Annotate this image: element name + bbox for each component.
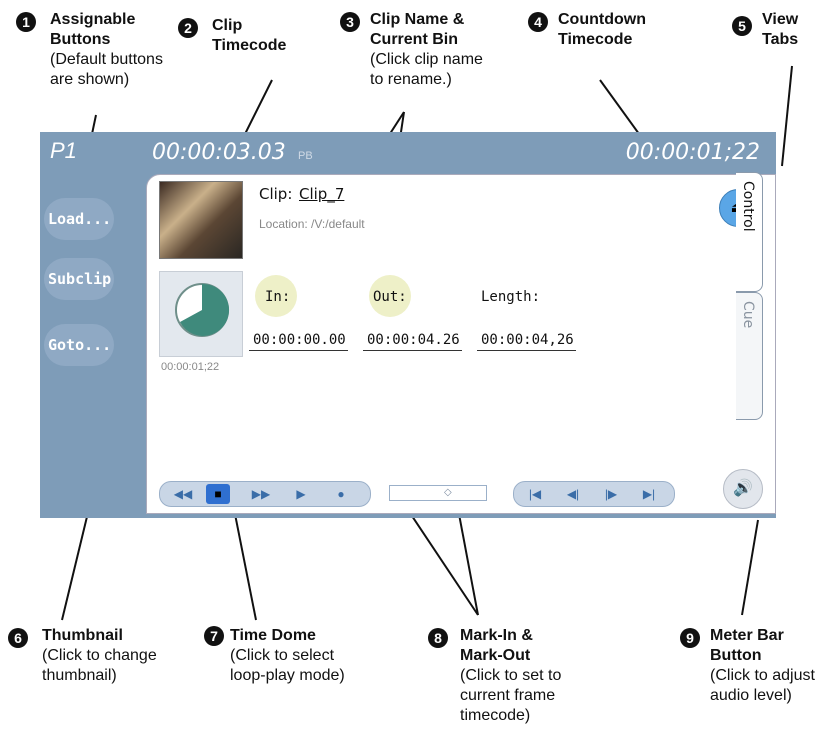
slider-knob[interactable]: ◇ bbox=[444, 487, 452, 498]
go-to-start-icon[interactable]: |◀ bbox=[518, 484, 552, 504]
fast-forward-icon[interactable]: ▶▶ bbox=[244, 484, 278, 504]
countdown-timecode: 00:00:01;22 bbox=[625, 140, 760, 165]
tab-control-label: Control bbox=[740, 181, 756, 232]
speaker-icon[interactable]: 🔊 bbox=[723, 469, 763, 509]
assign-button-subclip[interactable]: Subclip bbox=[44, 258, 114, 300]
transport-controls: ◀◀ ■ ▶▶ ▶ ● bbox=[159, 481, 371, 507]
callout-number: 5 bbox=[732, 16, 752, 36]
callout-title: Clip Name & Current Bin bbox=[370, 11, 465, 48]
callout-title: View Tabs bbox=[762, 11, 799, 48]
time-dome-icon bbox=[175, 283, 230, 337]
callout-meter-bar: 9 Meter Bar Button (Click to adjust audi… bbox=[680, 626, 815, 706]
thumbnail[interactable] bbox=[159, 181, 243, 259]
step-forward-icon[interactable]: |▶ bbox=[594, 484, 628, 504]
assign-button-goto[interactable]: Goto... bbox=[44, 324, 114, 366]
jog-controls: |◀ ◀| |▶ ▶| bbox=[513, 481, 675, 507]
tab-cue-label: Cue bbox=[740, 301, 756, 329]
rewind-icon[interactable]: ◀◀ bbox=[166, 484, 200, 504]
callout-desc: (Click to select loop-play mode) bbox=[230, 647, 345, 684]
play-icon[interactable]: ▶ bbox=[284, 484, 318, 504]
out-timecode[interactable]: 00:00:04.26 bbox=[363, 332, 462, 351]
control-view: Clip: Clip_7 Location: /V:/default ⏏ 00:… bbox=[146, 174, 776, 514]
assign-button-load[interactable]: Load... bbox=[44, 198, 114, 240]
callout-number: 4 bbox=[528, 12, 548, 32]
tab-control[interactable]: Control bbox=[736, 172, 763, 292]
callout-countdown-timecode: 4 Countdown Timecode bbox=[528, 10, 646, 50]
callout-desc: (Default buttons are shown) bbox=[50, 51, 163, 88]
callout-title: Meter Bar Button bbox=[710, 627, 784, 664]
step-back-icon[interactable]: ◀| bbox=[556, 484, 590, 504]
callout-number: 1 bbox=[16, 12, 36, 32]
length-label: Length: bbox=[481, 289, 541, 305]
callout-number: 2 bbox=[178, 18, 198, 38]
dome-timecode: 00:00:01;22 bbox=[161, 361, 220, 373]
callout-title: Time Dome bbox=[230, 627, 316, 644]
time-dome[interactable] bbox=[159, 271, 243, 357]
callout-mark-in-out: 8 Mark-In & Mark-Out (Click to set to cu… bbox=[428, 626, 561, 726]
callout-number: 9 bbox=[680, 628, 700, 648]
callout-number: 8 bbox=[428, 628, 448, 648]
callout-title: Countdown Timecode bbox=[558, 11, 646, 48]
out-label: Out: bbox=[373, 289, 407, 305]
channel-label: P1 bbox=[50, 138, 77, 163]
shuttle-slider[interactable]: ◇ bbox=[389, 485, 487, 501]
in-timecode[interactable]: 00:00:00.00 bbox=[249, 332, 348, 351]
callout-clip-name: 3 Clip Name & Current Bin (Click clip na… bbox=[340, 10, 483, 90]
mode-label: PB bbox=[298, 150, 313, 162]
clip-name[interactable]: Clip_7 bbox=[299, 185, 344, 203]
callout-title: Thumbnail bbox=[42, 627, 123, 644]
location-label: Location: /V:/default bbox=[259, 217, 365, 231]
callout-assignable-buttons: 1 Assignable Buttons (Default buttons ar… bbox=[16, 10, 163, 90]
callout-number: 3 bbox=[340, 12, 360, 32]
callout-desc: (Click clip name to rename.) bbox=[370, 51, 483, 88]
callout-clip-timecode: 2 Clip Timecode bbox=[178, 10, 286, 56]
callout-number: 7 bbox=[204, 626, 224, 646]
callout-desc: (Click to change thumbnail) bbox=[42, 647, 157, 684]
go-to-end-icon[interactable]: ▶| bbox=[632, 484, 666, 504]
record-icon[interactable]: ● bbox=[324, 484, 358, 504]
callout-number: 6 bbox=[8, 628, 28, 648]
callout-time-dome: 7 Time Dome (Click to select loop-play m… bbox=[204, 626, 345, 686]
callout-title: Assignable Buttons bbox=[50, 11, 136, 48]
callout-view-tabs: 5 View Tabs bbox=[732, 10, 798, 50]
in-label: In: bbox=[265, 289, 291, 305]
player-panel: P1 00:00:03.03 PB 00:00:01;22 Load... Su… bbox=[40, 132, 776, 518]
callout-title: Mark-In & Mark-Out bbox=[460, 627, 533, 664]
stop-icon[interactable]: ■ bbox=[206, 484, 230, 504]
clip-timecode: 00:00:03.03 bbox=[152, 140, 286, 165]
callout-title: Clip Timecode bbox=[212, 17, 287, 54]
callout-thumbnail: 6 Thumbnail (Click to change thumbnail) bbox=[8, 626, 157, 686]
status-bar: P1 00:00:03.03 PB 00:00:01;22 bbox=[40, 132, 776, 172]
callout-desc: (Click to adjust audio level) bbox=[710, 667, 815, 704]
tab-cue[interactable]: Cue bbox=[736, 292, 763, 420]
length-timecode[interactable]: 00:00:04,26 bbox=[477, 332, 576, 351]
clip-label: Clip: bbox=[259, 185, 293, 203]
callout-desc: (Click to set to current frame timecode) bbox=[460, 667, 562, 724]
